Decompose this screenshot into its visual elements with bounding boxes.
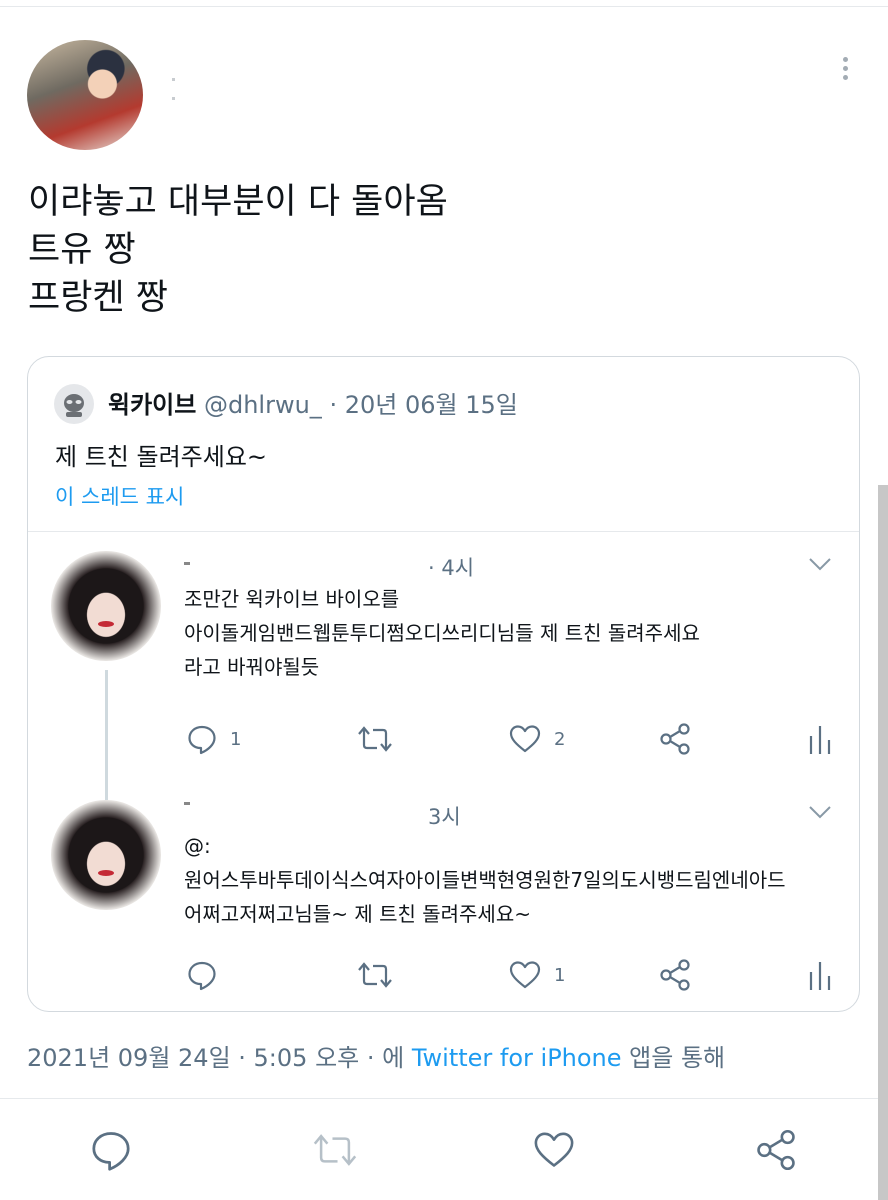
analytics-button[interactable] — [808, 955, 832, 995]
reply-time: · 4시 — [428, 556, 475, 580]
share-button[interactable] — [658, 719, 692, 759]
reply-line: 조만간 윅카이브 바이오를 — [184, 587, 400, 611]
quoted-tweet-date: · 20년 06월 15일 — [329, 391, 518, 419]
retweet-icon — [358, 726, 392, 752]
quoted-author-name[interactable]: 윅카이브 — [108, 391, 196, 419]
author-avatar[interactable] — [27, 40, 143, 150]
thread-connector — [105, 670, 108, 800]
reply-icon — [188, 961, 216, 991]
tweet-metadata: 2021년 09월 24일 · 5:05 오후 · 에 Twitter for … — [27, 1038, 725, 1073]
reply-icon — [188, 725, 216, 755]
reply-line: 어쩌고저쩌고님들~ 제 트친 돌려주세요~ — [184, 902, 531, 926]
reply-text: 조만간 윅카이브 바이오를 아이돌게임밴드웹툰투디쩜오디쓰리디님들 제 트친 돌… — [184, 582, 700, 684]
like-count: 1 — [554, 964, 566, 986]
retweet-button[interactable] — [356, 955, 394, 995]
tweet-source-link[interactable]: Twitter for iPhone — [412, 1044, 622, 1072]
reply-author-redacted — [184, 802, 190, 805]
analytics-button[interactable] — [808, 719, 832, 759]
show-thread-link[interactable]: 이 스레드 표시 — [55, 481, 184, 511]
share-icon — [660, 959, 690, 991]
reply-button[interactable] — [186, 955, 230, 995]
share-button[interactable] — [754, 1128, 798, 1172]
like-button[interactable]: 1 — [508, 955, 565, 995]
retweet-icon — [313, 1134, 357, 1166]
reply-line: 라고 바꿔야될듯 — [184, 655, 320, 679]
reply-icon — [92, 1132, 130, 1171]
reply-author-redacted — [184, 562, 190, 565]
reply-line: @: — [184, 834, 211, 858]
reply-actions: 1 — [186, 955, 831, 995]
quoted-tweet-card[interactable]: 윅카이브 @dhlrwu_ · 20년 06월 15일 제 트친 돌려주세요~ … — [27, 356, 860, 1012]
like-button[interactable] — [532, 1128, 576, 1172]
tweet-line: 이랴놓고 대부분이 다 돌아옴 — [28, 182, 448, 222]
quoted-tweet-text: 제 트친 돌려주세요~ — [55, 443, 268, 471]
like-button[interactable]: 2 — [508, 719, 565, 759]
reply-line: 원어스투바투데이식스여자아이들변백현영원한7일의도시뱅드림엔네아드 — [184, 868, 786, 892]
author-name-redacted — [172, 66, 262, 100]
quote-divider — [28, 531, 859, 532]
chevron-down-icon[interactable] — [808, 805, 832, 819]
share-button[interactable] — [658, 955, 692, 995]
tweet-source-suffix: 앱을 통해 — [621, 1044, 726, 1072]
more-vertical-icon[interactable] — [834, 54, 856, 84]
chevron-down-icon[interactable] — [808, 557, 832, 571]
reply-avatar[interactable] — [51, 800, 161, 910]
reply-actions: 1 2 — [186, 719, 831, 759]
retweet-button[interactable] — [311, 1128, 357, 1172]
like-icon — [509, 961, 541, 989]
reply-text: @: 원어스투바투데이식스여자아이들변백현영원한7일의도시뱅드림엔네아드 어쩌고… — [184, 829, 786, 931]
reply-button[interactable] — [89, 1128, 133, 1172]
tweet-text: 이랴놓고 대부분이 다 돌아옴 트유 짱 프랑켄 짱 — [28, 178, 448, 322]
reply-button[interactable]: 1 — [186, 719, 241, 759]
analytics-icon — [809, 962, 831, 990]
tweet-line: 트유 짱 — [28, 230, 136, 270]
quoted-author-avatar[interactable] — [54, 384, 94, 424]
quoted-author-handle: @dhlrwu_ — [203, 391, 322, 419]
scrollbar[interactable] — [878, 485, 888, 1200]
tweet-timestamp[interactable]: 2021년 09월 24일 · 5:05 오후 · 에 — [27, 1044, 412, 1072]
top-divider — [0, 6, 888, 7]
analytics-icon — [809, 726, 831, 754]
like-count: 2 — [554, 728, 566, 750]
quoted-tweet-header: 윅카이브 @dhlrwu_ · 20년 06월 15일 — [108, 385, 518, 420]
retweet-button[interactable] — [356, 719, 394, 759]
reply-avatar[interactable] — [51, 551, 161, 661]
share-icon — [660, 723, 690, 755]
reply-line: 아이돌게임밴드웹툰투디쩜오디쓰리디님들 제 트친 돌려주세요 — [184, 621, 700, 645]
share-icon — [757, 1129, 795, 1171]
reply-count: 1 — [230, 728, 242, 750]
actions-divider — [0, 1098, 888, 1099]
like-icon — [509, 725, 541, 753]
reply-time: 3시 — [428, 805, 461, 829]
tweet-line: 프랑켄 짱 — [28, 278, 168, 318]
retweet-icon — [358, 962, 392, 988]
like-icon — [534, 1132, 574, 1167]
